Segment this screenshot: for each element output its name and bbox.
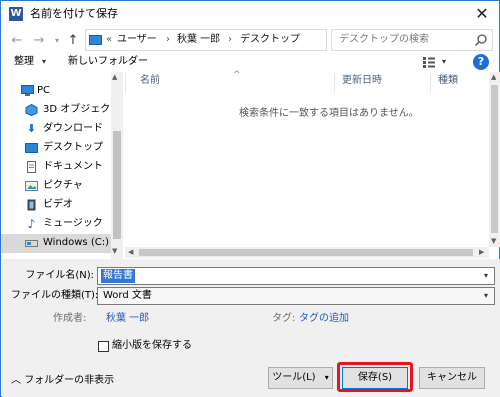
scroll-up-icon[interactable]: ▲ [491, 73, 496, 81]
search-box[interactable]: デスクトップの検索 [331, 29, 493, 51]
sidebar-item-desktop[interactable]: デスクトップ [1, 139, 111, 158]
sidebar-item-documents[interactable]: ドキュメント [1, 158, 111, 177]
back-button[interactable]: ← [8, 32, 26, 50]
save-thumbnail-label[interactable]: 縮小版を保存する [112, 339, 192, 353]
pc-icon [89, 35, 102, 45]
nav-scroll-thumb[interactable] [113, 131, 121, 239]
view-caret-icon[interactable]: ▾ [442, 57, 446, 66]
scroll-down-icon[interactable]: ▼ [491, 237, 496, 245]
filetype-label: ファイルの種類(T): [11, 290, 99, 301]
tags-value[interactable]: タグの追加 [299, 312, 349, 326]
column-divider[interactable] [430, 73, 431, 93]
3d-objects-icon [25, 103, 38, 117]
filename-dropdown-icon[interactable]: ▾ [484, 271, 488, 280]
hide-folders-label: フォルダーの非表示 [24, 375, 115, 386]
tools-caret-icon: ▾ [324, 373, 329, 382]
nav-scroll-down-icon[interactable]: ▼ [112, 247, 117, 255]
author-value[interactable]: 秋葉 一郎 [106, 312, 149, 326]
cancel-button[interactable]: キャンセル [419, 367, 485, 389]
sidebar-item-label: ピクチャ [43, 180, 83, 191]
filetype-value: Word 文書 [103, 290, 152, 301]
tools-label: ツール(L) [272, 372, 316, 383]
video-icon [25, 199, 38, 211]
sidebar-item-music[interactable]: ♪ ミュージック [1, 215, 111, 234]
tools-button[interactable]: ツール(L) ▾ [268, 367, 333, 389]
nav-scroll-up-icon[interactable]: ▲ [112, 73, 117, 81]
download-icon: ⬇ [26, 122, 37, 135]
window-title: 名前を付けて保存 [30, 7, 118, 20]
sidebar-item-label: ミュージック [43, 218, 103, 229]
address-separator[interactable]: › [166, 33, 170, 47]
hide-folders-toggle[interactable]: ︿ フォルダーの非表示 [11, 374, 114, 388]
filename-label: ファイル名(N): [25, 270, 94, 281]
address-segment-user[interactable]: 秋葉 一郎 [177, 33, 220, 47]
list-vertical-thumb[interactable] [491, 85, 498, 233]
sidebar-item-pictures[interactable]: ピクチャ [1, 177, 111, 196]
scroll-left-icon[interactable]: ◀ [128, 248, 133, 256]
address-overflow[interactable]: « [106, 33, 112, 47]
search-icon[interactable] [473, 32, 489, 48]
save-button[interactable]: 保存(S) [342, 367, 408, 389]
tags-label: タグ: [272, 313, 296, 324]
column-divider[interactable] [334, 73, 335, 93]
filename-field[interactable]: 報告書 ▾ [97, 267, 495, 285]
sidebar-item-label: ビデオ [43, 199, 73, 210]
scroll-right-icon[interactable]: ▶ [479, 248, 484, 256]
save-thumbnail-checkbox[interactable] [98, 341, 109, 352]
documents-icon [25, 161, 38, 173]
filename-input[interactable]: 報告書 [101, 269, 135, 283]
sidebar-item-label: PC [37, 85, 51, 96]
sidebar-item-windows-c[interactable]: Windows (C:) [1, 234, 111, 253]
search-input[interactable]: デスクトップの検索 [339, 33, 429, 47]
chevron-up-icon: ︿ [11, 375, 21, 386]
column-header-name[interactable]: 名前 [140, 74, 160, 88]
file-list[interactable] [125, 72, 489, 247]
desktop-icon [25, 142, 38, 154]
address-segment-users[interactable]: ユーザー [117, 33, 157, 47]
author-label: 作成者: [53, 313, 87, 324]
pictures-icon [25, 180, 38, 192]
sidebar-item-downloads[interactable]: ⬇ ダウンロード [1, 120, 111, 139]
help-icon[interactable]: ? [473, 54, 489, 70]
title-bar: W 名前を付けて保存 ✕ [1, 1, 499, 29]
column-header-modified[interactable]: 更新日時 [342, 74, 382, 88]
sidebar-item-3d-objects[interactable]: 3D オブジェクト [1, 101, 120, 120]
sidebar-item-label: ドキュメント [43, 161, 103, 172]
address-bar[interactable]: « ユーザー › 秋葉 一郎 › デスクトップ ▾ ↻ [85, 29, 401, 51]
new-folder-button[interactable]: 新しいフォルダー [68, 55, 148, 69]
sidebar-item-label: デスクトップ [43, 142, 103, 153]
pc-icon [21, 85, 34, 97]
save-as-dialog: W 名前を付けて保存 ✕ ← → ▾ ↑ « ユーザー › 秋葉 一郎 › デス… [0, 0, 500, 397]
address-segment-desktop[interactable]: デスクトップ [240, 33, 300, 47]
address-separator[interactable]: › [228, 33, 232, 47]
music-icon: ♪ [27, 217, 36, 231]
sidebar-item-label: Windows (C:) [43, 237, 109, 248]
forward-button[interactable]: → [30, 32, 48, 50]
sort-caret-icon: ^ [233, 70, 241, 80]
sidebar-item-label: ダウンロード [43, 123, 103, 134]
sidebar-item-label: 3D オブジェクト [43, 104, 121, 115]
sidebar-item-videos[interactable]: ビデオ [1, 196, 111, 215]
drive-icon [25, 237, 38, 249]
column-header-type[interactable]: 種類 [438, 74, 458, 88]
view-options-icon[interactable] [423, 57, 435, 68]
organize-caret-icon[interactable]: ▾ [42, 57, 46, 66]
organize-button[interactable]: 整理 [14, 55, 34, 69]
up-button[interactable]: ↑ [64, 32, 82, 50]
sidebar-item-pc[interactable]: PC [1, 82, 111, 101]
close-button[interactable]: ✕ [469, 3, 495, 25]
filetype-select[interactable]: Word 文書 ▾ [97, 287, 495, 305]
empty-message: 検索条件に一致する項目はありません。 [239, 108, 419, 119]
column-divider [125, 73, 126, 93]
filetype-dropdown-icon[interactable]: ▾ [484, 291, 488, 300]
word-icon: W [9, 7, 23, 21]
list-horizontal-thumb[interactable] [139, 249, 473, 256]
